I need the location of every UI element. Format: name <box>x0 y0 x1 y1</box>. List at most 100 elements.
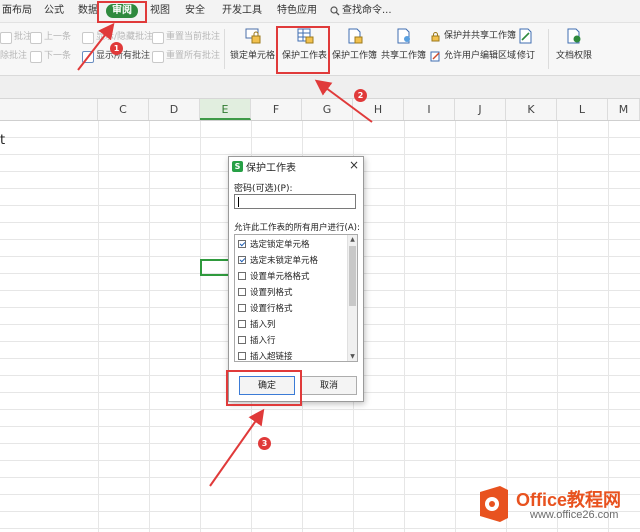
close-icon[interactable]: × <box>349 158 359 172</box>
password-input[interactable] <box>234 194 356 209</box>
tab-formulas[interactable]: 公式 <box>44 4 64 18</box>
password-label: 密码(可选)(P): <box>234 184 293 194</box>
next-comment-button[interactable]: 下一条 <box>30 50 71 63</box>
column-header-c[interactable]: C <box>98 99 149 120</box>
reset-current-comment-button[interactable]: 重置当前批注 <box>152 31 220 44</box>
cancel-button[interactable]: 取消 <box>301 376 357 395</box>
edit-range-icon <box>430 51 440 61</box>
formula-bar[interactable] <box>0 76 640 99</box>
grid-row-line <box>0 409 640 410</box>
ribbon-separator <box>548 29 549 69</box>
column-header-k[interactable]: K <box>506 99 557 120</box>
lock-cell-icon <box>245 28 260 44</box>
step-badge-3: 3 <box>258 437 271 450</box>
reset-comment-icon <box>152 31 164 44</box>
permission-item-format-columns[interactable]: 设置列格式 <box>238 285 293 298</box>
grid-column-line <box>200 121 201 532</box>
tab-page-layout[interactable]: 面布局 <box>2 4 32 18</box>
wps-app-icon: S <box>232 160 243 172</box>
column-header-partial[interactable] <box>0 99 98 120</box>
column-header-i[interactable]: I <box>404 99 455 120</box>
grid-row-line <box>0 460 640 461</box>
checkbox[interactable] <box>238 319 246 328</box>
column-header-h[interactable]: H <box>353 99 404 120</box>
column-header-j[interactable]: J <box>455 99 506 120</box>
permission-item-insert-columns[interactable]: 插入列 <box>238 317 276 330</box>
checkbox[interactable] <box>238 303 246 312</box>
permission-item-insert-hyperlinks[interactable]: 插入超链接 <box>238 349 293 361</box>
checkbox[interactable] <box>238 271 246 280</box>
step-badge-1: 1 <box>110 42 123 55</box>
permission-item-format-cells[interactable]: 设置单元格格式 <box>238 269 310 282</box>
prev-comment-icon <box>30 31 42 44</box>
permission-item-insert-rows[interactable]: 插入行 <box>238 333 276 346</box>
column-header-l[interactable]: L <box>557 99 608 120</box>
watermark: Office教程网 www.office26.com <box>470 482 635 526</box>
highlight-protect-sheet <box>276 26 330 74</box>
checkbox[interactable] <box>238 287 246 296</box>
document-permissions-button[interactable]: 文档权限 <box>556 27 592 69</box>
toggle-comment-icon <box>82 31 94 44</box>
tab-view[interactable]: 视图 <box>150 4 170 18</box>
next-comment-icon <box>30 50 42 63</box>
highlight-review-tab <box>97 1 147 23</box>
permission-item-select-unlocked[interactable]: 选定未锁定单元格 <box>238 253 318 266</box>
column-header-f[interactable]: F <box>251 99 302 120</box>
text-caret <box>238 197 239 207</box>
grid-column-line <box>506 121 507 532</box>
ribbon-comment-partial[interactable]: 批注 <box>0 31 32 44</box>
permissions-label: 允许此工作表的所有用户进行(A): <box>234 223 360 233</box>
menu-bar: 面布局 公式 数据 审阅 视图 安全 开发工具 特色应用 查找命令... <box>0 0 640 23</box>
column-header-d[interactable]: D <box>149 99 200 120</box>
grid-row-line <box>0 477 640 478</box>
permissions-scrollbar[interactable]: ▲ ▼ <box>347 235 357 361</box>
reset-all-icon <box>152 50 164 63</box>
reset-all-comments-button[interactable]: 重置所有批注 <box>152 50 220 63</box>
office-logo-icon <box>480 486 508 522</box>
search-label: 查找命令... <box>342 5 392 16</box>
scroll-thumb[interactable] <box>349 246 356 306</box>
checkbox[interactable] <box>238 351 246 360</box>
search-icon <box>330 6 340 16</box>
dialog-title: 保护工作表 <box>246 162 296 174</box>
allow-edit-ranges-button[interactable]: 允许用户编辑区域 <box>430 49 516 63</box>
protect-workbook-button[interactable]: 保护工作簿 <box>332 27 377 69</box>
grid-column-line <box>557 121 558 532</box>
tab-developer[interactable]: 开发工具 <box>222 4 262 18</box>
tab-security[interactable]: 安全 <box>185 4 205 18</box>
column-header-g[interactable]: G <box>302 99 353 120</box>
checkbox[interactable] <box>238 255 246 264</box>
grid-column-line <box>404 121 405 532</box>
share-workbook-icon <box>397 28 410 44</box>
permission-item-format-rows[interactable]: 设置行格式 <box>238 301 293 314</box>
protect-share-workbook-button[interactable]: 保护并共享工作簿 <box>430 29 516 43</box>
checkbox[interactable] <box>238 335 246 344</box>
ribbon-separator <box>224 29 225 69</box>
lock-cell-button[interactable]: 锁定单元格 <box>230 27 275 69</box>
comment-icon <box>0 31 12 44</box>
command-search[interactable]: 查找命令... <box>330 4 392 18</box>
show-comments-icon <box>82 50 94 63</box>
grid-column-line <box>608 121 609 532</box>
track-changes-button[interactable]: 修订 <box>517 27 535 69</box>
grid-column-line <box>98 121 99 532</box>
tab-special-apps[interactable]: 特色应用 <box>277 4 317 18</box>
share-workbook-button[interactable]: 共享工作簿 <box>381 27 426 69</box>
prev-comment-button[interactable]: 上一条 <box>30 31 71 44</box>
grid-row-line <box>0 528 640 529</box>
ribbon-delete-comment[interactable]: 除批注 <box>0 50 27 63</box>
step-badge-2: 2 <box>354 89 367 102</box>
grid-row-line <box>0 443 640 444</box>
checkbox[interactable] <box>238 239 246 248</box>
dialog-title-bar[interactable]: S 保护工作表 × <box>229 157 363 175</box>
tab-data[interactable]: 数据 <box>78 4 98 18</box>
column-header-m[interactable]: M <box>608 99 640 120</box>
column-headers: C D E F G H I J K L M <box>0 99 640 121</box>
permission-item-select-locked[interactable]: 选定锁定单元格 <box>238 237 310 250</box>
scroll-down-icon[interactable]: ▼ <box>348 352 357 361</box>
highlight-ok-button <box>226 370 302 406</box>
scroll-up-icon[interactable]: ▲ <box>348 235 357 244</box>
watermark-url: www.office26.com <box>530 509 619 521</box>
column-header-e[interactable]: E <box>200 99 251 120</box>
permissions-list[interactable]: 选定锁定单元格 选定未锁定单元格 设置单元格格式 设置列格式 设置行格式 插入列… <box>234 234 358 362</box>
